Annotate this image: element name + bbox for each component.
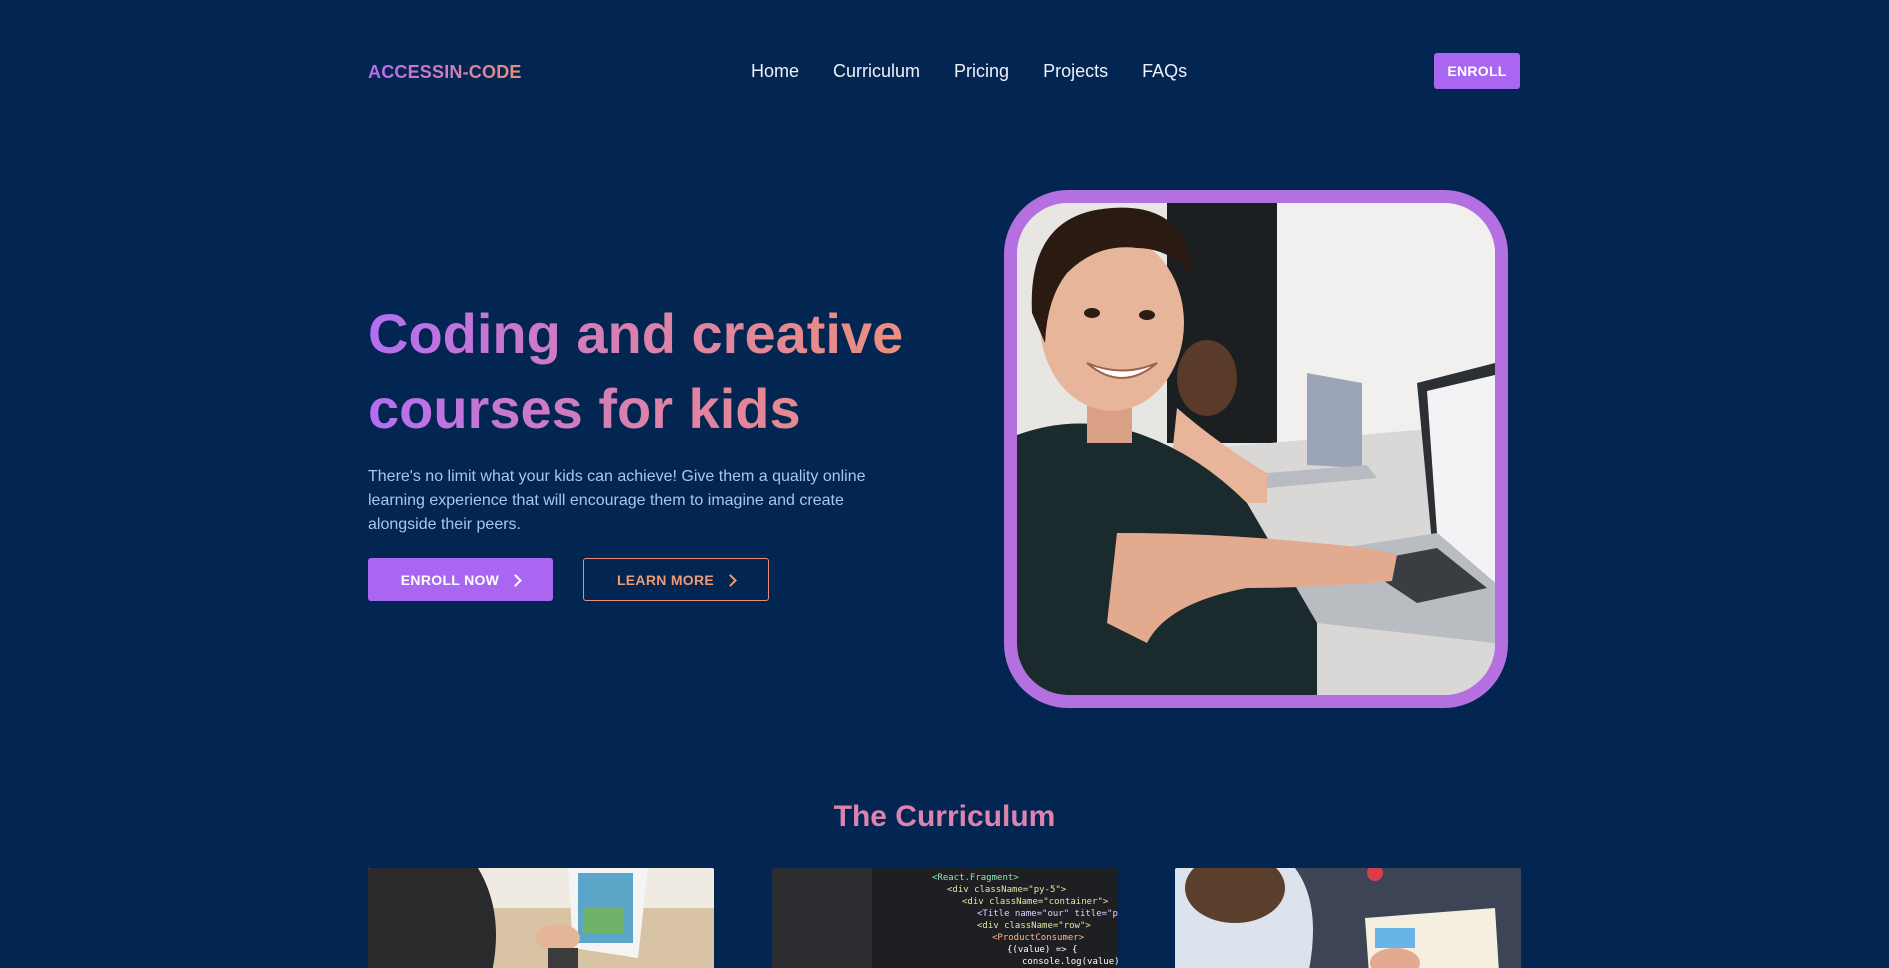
brand-logo[interactable]: ACCESSIN-CODE — [368, 62, 522, 83]
curriculum-card-tablet[interactable] — [368, 868, 714, 968]
nav-link-curriculum[interactable]: Curriculum — [833, 61, 920, 82]
nav-link-faqs[interactable]: FAQs — [1142, 61, 1187, 82]
learn-more-label: LEARN MORE — [616, 571, 715, 588]
hero-title: Coding and creative courses for kids — [368, 296, 948, 446]
nav-link-projects[interactable]: Projects — [1043, 61, 1108, 82]
svg-text:<ProductConsumer>: <ProductConsumer> — [992, 933, 1085, 943]
curriculum-card-code[interactable]: <React.Fragment> <div className="py-5"> … — [772, 868, 1118, 968]
kid-drawing-tablet-photo — [1175, 868, 1521, 968]
svg-text:console.log(value): console.log(value) — [1022, 957, 1118, 967]
curriculum-title: The Curriculum — [833, 800, 1056, 833]
top-navigation: ACCESSIN-CODE Home Curriculum Pricing Pr… — [368, 52, 1520, 90]
svg-text:<div className="row">: <div className="row"> — [977, 921, 1091, 931]
curriculum-card-drawing[interactable] — [1175, 868, 1521, 968]
svg-text:<div className="py-5">: <div className="py-5"> — [947, 885, 1067, 895]
hero-image — [1004, 190, 1508, 708]
enroll-button[interactable]: ENROLL — [1434, 53, 1520, 89]
landing-page: ACCESSIN-CODE Home Curriculum Pricing Pr… — [0, 0, 1889, 968]
learn-more-button[interactable]: LEARN MORE — [583, 558, 769, 601]
nav-link-home[interactable]: Home — [751, 61, 799, 82]
enroll-now-button[interactable]: ENROLL NOW — [368, 558, 553, 601]
enroll-now-label: ENROLL NOW — [400, 571, 500, 588]
code-editor-photo: <React.Fragment> <div className="py-5"> … — [772, 868, 1118, 968]
kid-at-laptop-photo — [1017, 203, 1495, 695]
chevron-right-icon — [724, 573, 737, 587]
kids-tablet-photo — [368, 868, 714, 968]
nav-link-pricing[interactable]: Pricing — [954, 61, 1009, 82]
svg-text:{(value) => {: {(value) => { — [1007, 945, 1077, 955]
hero-description: There's no limit what your kids can achi… — [368, 468, 866, 533]
svg-text:<React.Fragment>: <React.Fragment> — [932, 873, 1019, 883]
svg-text:<Title name="our" title="produ: <Title name="our" title="product — [977, 909, 1118, 919]
chevron-right-icon — [509, 573, 523, 587]
svg-text:<div className="container">: <div className="container"> — [962, 897, 1109, 907]
nav-links: Home Curriculum Pricing Projects FAQs — [751, 61, 1187, 82]
